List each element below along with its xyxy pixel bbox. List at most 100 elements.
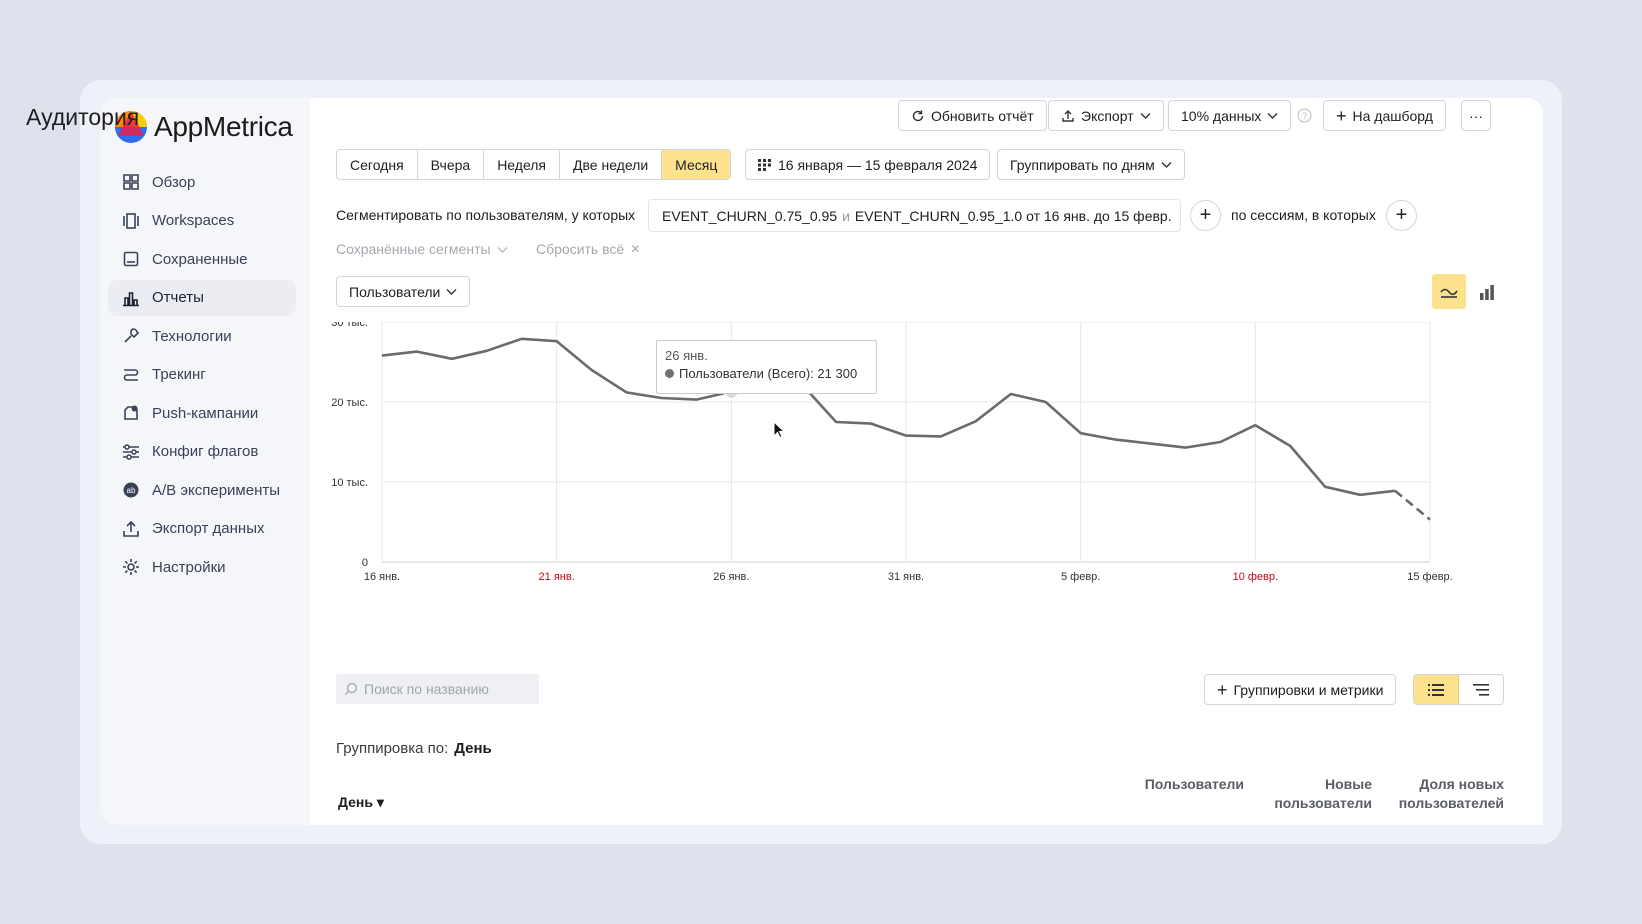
grouping-select[interactable]: Группировать по дням: [997, 149, 1185, 180]
segment-conj: и: [842, 207, 850, 224]
saved-segments-label: Сохранённые сегменты: [336, 241, 491, 257]
x-tick-label: 15 февр.: [1407, 571, 1452, 583]
period-option-2[interactable]: Неделя: [484, 150, 561, 179]
sidebar-item-label: Workspaces: [152, 212, 235, 229]
chevron-down-icon: [1267, 113, 1278, 119]
search-icon: [345, 682, 358, 695]
saved-segments-select[interactable]: Сохранённые сегменты: [336, 241, 508, 257]
period-option-0[interactable]: Сегодня: [337, 150, 418, 179]
push-icon: [122, 404, 140, 422]
search-placeholder: Поиск по названию: [364, 681, 489, 697]
list-icon: [1428, 683, 1444, 696]
sidebar-item-4[interactable]: Технологии: [108, 318, 296, 354]
x-tick-label: 16 янв.: [364, 571, 400, 583]
metric-select[interactable]: Пользователи: [336, 276, 471, 307]
sidebar-item-label: Технологии: [152, 327, 232, 345]
sidebar-item-5[interactable]: Трекинг: [108, 357, 296, 393]
sidebar-item-8[interactable]: ab A/B эксперименты: [108, 472, 296, 508]
table-search-field[interactable]: Поиск по названию: [336, 674, 539, 704]
reset-all-button[interactable]: Сбросить всё ✕: [536, 241, 640, 257]
grouping-value: День: [454, 740, 492, 757]
column-line2: пользователи: [1274, 795, 1372, 811]
add-session-segment-button[interactable]: +: [1386, 200, 1417, 231]
mouse-cursor-icon: [773, 421, 785, 439]
upload-icon: [122, 520, 140, 538]
workspaces-icon: [122, 212, 140, 230]
audience-line-chart: 0 10 тыс. 20 тыс. 30 тыс. 16 янв. 21 янв. 26 я…: [331, 322, 1453, 583]
tree-list-icon: [1473, 683, 1489, 696]
list-view-toggle[interactable]: [1414, 675, 1459, 704]
metric-select-label: Пользователи: [349, 283, 441, 300]
x-tick-label: 26 янв.: [713, 571, 749, 583]
plus-icon: +: [1199, 204, 1212, 226]
logo[interactable]: AppMetrica: [114, 110, 293, 144]
sampling-select[interactable]: 10% данных: [1168, 100, 1292, 131]
column-line2: пользователей: [1398, 795, 1504, 811]
series-line: [381, 337, 1396, 497]
chevron-down-icon: [1161, 162, 1172, 168]
sidebar-item-label: Конфиг флагов: [152, 443, 259, 460]
x-tick-label: 21 янв.: [539, 571, 575, 583]
sidebar-item-0[interactable]: Обзор: [108, 164, 296, 200]
sidebar-item-10[interactable]: Настройки: [108, 549, 296, 585]
refresh-report-button[interactable]: Обновить отчёт: [898, 100, 1047, 131]
sidebar-item-3[interactable]: Отчеты: [108, 279, 296, 316]
add-user-segment-button[interactable]: +: [1190, 200, 1221, 231]
calendar-icon: [758, 158, 771, 171]
sidebar-item-6[interactable]: Push-кампании: [108, 395, 296, 431]
wrench-icon: [122, 327, 140, 345]
bar-chart-icon: [122, 289, 140, 307]
line-chart-toggle[interactable]: [1432, 274, 1466, 309]
sidebar-item-9[interactable]: Экспорт данных: [108, 511, 296, 547]
segment-prefix: Сегментировать по пользователям, у котор…: [336, 207, 636, 223]
sidebar-item-2[interactable]: Сохраненные: [108, 241, 296, 277]
groupings-metrics-button[interactable]: + Группировки и метрики: [1204, 674, 1397, 705]
y-tick-label: 10 тыс.: [331, 477, 368, 489]
sidebar-item-label: Трекинг: [152, 366, 206, 383]
segment-event-1: EVENT_CHURN_0.75_0.95: [662, 207, 838, 224]
bookmark-icon: [122, 250, 140, 268]
plus-icon: +: [1395, 204, 1408, 226]
sidebar-item-label: Отчеты: [152, 289, 204, 306]
more-menu-button[interactable]: ···: [1461, 100, 1491, 131]
grouping-info: Группировка по: День: [336, 740, 492, 757]
sidebar-item-label: Push-кампании: [152, 404, 259, 422]
bar-chart-toggle[interactable]: [1470, 274, 1504, 309]
x-tick-label: 10 февр.: [1233, 571, 1278, 583]
period-option-4[interactable]: Месяц: [662, 150, 731, 179]
sidebar-item-label: Настройки: [152, 558, 226, 576]
column-line1: Новые: [1324, 776, 1372, 792]
add-to-dashboard-button[interactable]: + На дашборд: [1323, 100, 1446, 131]
segment-filter[interactable]: EVENT_CHURN_0.75_0.95 и EVENT_CHURN_0.95…: [648, 199, 1181, 232]
tooltip-value: Пользователи (Всего): 21 300: [679, 366, 858, 381]
tree-view-toggle[interactable]: [1459, 675, 1503, 704]
route-icon: [122, 366, 140, 384]
users-column-header[interactable]: Пользователи: [1145, 775, 1244, 794]
export-button[interactable]: Экспорт: [1048, 100, 1164, 131]
sidebar-nav: Обзор Workspaces Сохраненные Отчеты Технолог…: [108, 164, 296, 588]
more-icon: ···: [1469, 107, 1483, 124]
period-switcher: Сегодня Вчера Неделя Две недели Месяц: [336, 149, 732, 180]
chevron-down-icon: [446, 289, 457, 295]
y-tick-label: 30 тыс.: [331, 322, 368, 329]
new-users-share-column-header[interactable]: Доля новых пользователей: [1399, 775, 1504, 813]
chevron-down-icon: [1140, 113, 1151, 119]
sidebar-item-7[interactable]: Конфиг флагов: [108, 434, 296, 470]
period-option-3[interactable]: Две недели: [560, 150, 663, 179]
help-icon[interactable]: ?: [1297, 108, 1312, 123]
ab-icon: ab: [122, 481, 140, 499]
sidebar-item-label: Обзор: [152, 173, 196, 191]
new-users-column-header[interactable]: Новые пользователи: [1274, 775, 1372, 813]
date-range-picker[interactable]: 16 января — 15 февраля 2024: [745, 149, 991, 180]
export-label: Экспорт: [1081, 107, 1134, 124]
close-icon: ✕: [630, 242, 641, 256]
sampling-label: 10% данных: [1181, 107, 1262, 124]
period-option-1[interactable]: Вчера: [418, 150, 485, 179]
sidebar-item-1[interactable]: Workspaces: [108, 203, 296, 239]
x-tick-label: 5 февр.: [1061, 571, 1100, 583]
y-tick-label: 0: [362, 557, 368, 569]
refresh-icon: [912, 110, 924, 121]
reset-all-label: Сбросить всё: [536, 241, 625, 257]
day-column-header[interactable]: День ▾: [338, 794, 384, 811]
tooltip-date: 26 янв.: [665, 348, 708, 363]
